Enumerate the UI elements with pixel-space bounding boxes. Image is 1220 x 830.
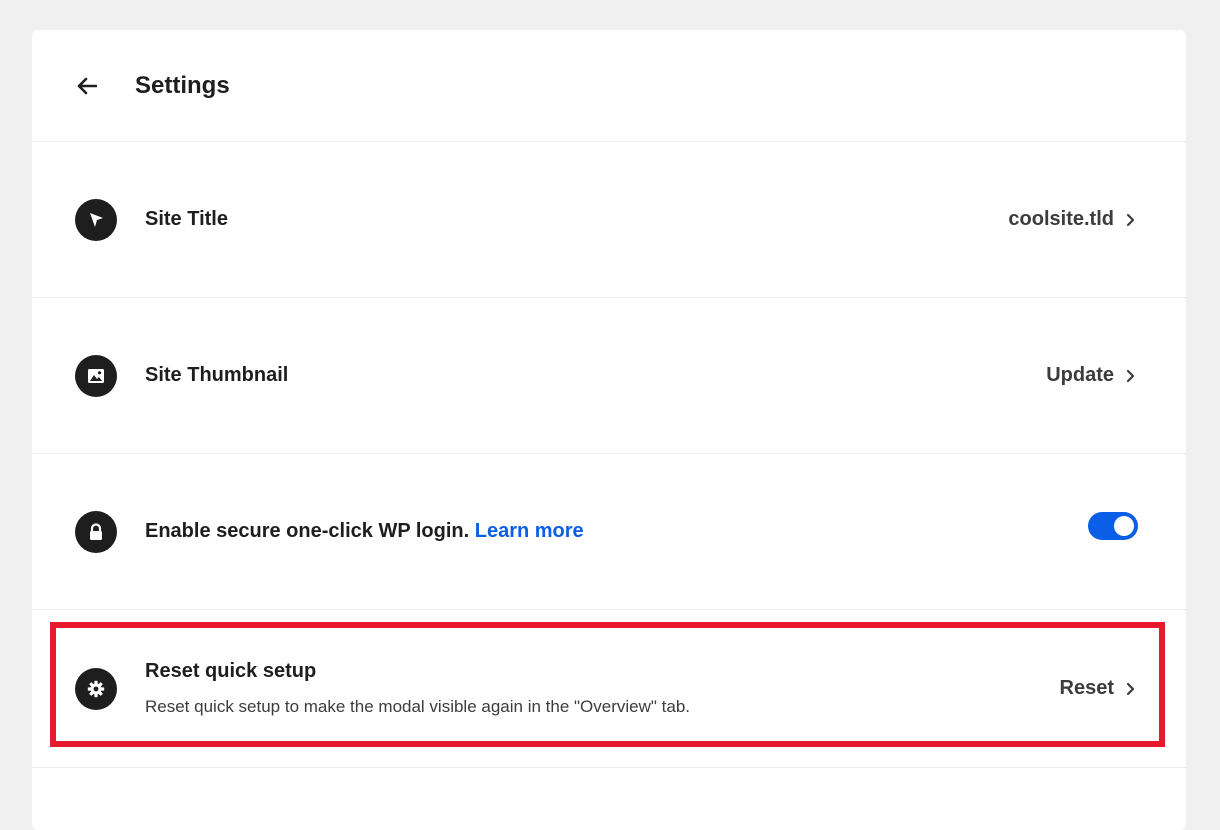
arrow-left-icon (77, 77, 97, 94)
secure-login-row: Enable secure one-click WP login. Learn … (32, 454, 1186, 610)
reset-setup-description: Reset quick setup to make the modal visi… (145, 697, 691, 716)
gear-icon (75, 667, 117, 710)
secure-login-text: Enable secure one-click WP login. (145, 520, 470, 542)
back-button[interactable] (74, 73, 100, 99)
cursor-arrow-icon (75, 198, 117, 241)
site-thumbnail-label: Site Thumbnail (145, 364, 289, 386)
site-thumbnail-update-button[interactable]: Update (1046, 364, 1138, 387)
chevron-right-icon (1122, 681, 1138, 697)
reset-button-label: Reset (1059, 677, 1114, 699)
site-thumbnail-row[interactable]: Site Thumbnail Update (32, 298, 1186, 454)
site-title-label: Site Title (145, 208, 228, 230)
reset-setup-label: Reset quick setup (145, 660, 317, 682)
settings-header: Settings (32, 30, 1186, 142)
chevron-right-icon (1122, 212, 1138, 228)
page-title: Settings (135, 71, 230, 99)
learn-more-link[interactable]: Learn more (475, 520, 584, 542)
secure-login-label: Enable secure one-click WP login. Learn … (145, 520, 1088, 543)
settings-card: Settings Site Title coolsite.tld Site Th… (32, 30, 1186, 830)
site-thumbnail-action-label: Update (1046, 364, 1114, 386)
chevron-right-icon (1122, 368, 1138, 384)
site-title-value: coolsite.tld (1008, 208, 1114, 230)
site-title-row[interactable]: Site Title coolsite.tld (32, 142, 1186, 298)
lock-icon (75, 510, 117, 553)
site-title-edit-button[interactable]: coolsite.tld (1008, 208, 1138, 231)
secure-login-toggle[interactable] (1088, 511, 1138, 540)
reset-setup-row[interactable]: Reset quick setup Reset quick setup to m… (32, 610, 1186, 768)
reset-button[interactable]: Reset (1060, 677, 1138, 700)
image-icon (75, 354, 117, 397)
toggle-knob (1114, 515, 1134, 536)
